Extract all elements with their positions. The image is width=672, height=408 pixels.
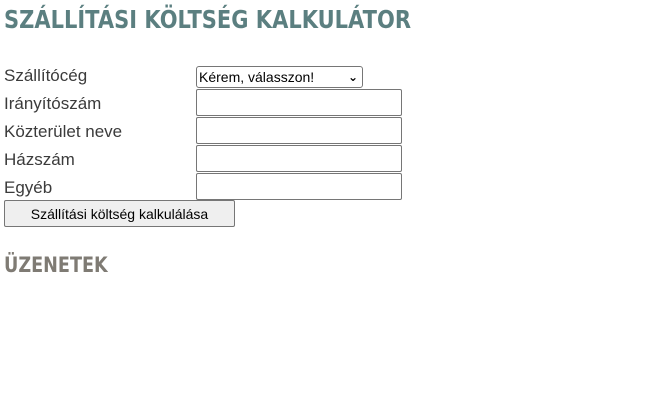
- house-number-label: Házszám: [4, 150, 75, 169]
- zip-label: Irányítószám: [4, 94, 102, 113]
- other-input[interactable]: [196, 173, 402, 200]
- page-title: SZÁLLÍTÁSI KÖLTSÉG KALKULÁTOR: [4, 5, 412, 34]
- other-label: Egyéb: [4, 178, 53, 197]
- street-input[interactable]: [196, 117, 402, 144]
- carrier-select[interactable]: Kérem, válasszon!: [196, 66, 363, 88]
- carrier-label: Szállítócég: [4, 66, 88, 85]
- zip-input[interactable]: [196, 89, 402, 116]
- house-number-input[interactable]: [196, 145, 402, 172]
- carrier-select-wrapper[interactable]: Kérem, válasszon! ⌄: [196, 66, 363, 88]
- messages-title: ÜZENETEK: [4, 253, 108, 277]
- calculate-shipping-button[interactable]: Szállítási költség kalkulálása: [4, 200, 235, 227]
- street-label: Közterület neve: [4, 122, 123, 141]
